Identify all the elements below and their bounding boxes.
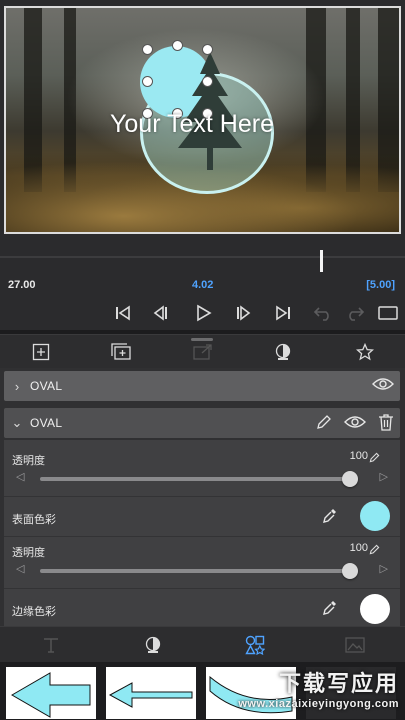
visibility-eye-icon[interactable]	[372, 376, 394, 397]
text-tool-icon[interactable]	[38, 633, 64, 657]
opacity-slider[interactable]	[40, 569, 356, 573]
export-layer-icon[interactable]	[190, 340, 216, 364]
edit-pencil-icon[interactable]	[369, 542, 380, 560]
redo-icon[interactable]	[342, 300, 368, 326]
chevron-right-icon[interactable]: ›	[4, 379, 30, 394]
mask-icon[interactable]	[270, 340, 296, 364]
opacity-value: 100	[349, 450, 368, 462]
skip-to-start-icon[interactable]	[110, 300, 136, 326]
layer-name: OVAL	[30, 379, 63, 393]
video-canvas[interactable]: Your Text Here	[4, 6, 401, 234]
fill-color-swatch[interactable]	[360, 501, 390, 531]
add-layer-icon[interactable]	[28, 340, 54, 364]
increment-arrow-icon[interactable]: ▷	[380, 470, 388, 483]
arrow-left-line-icon	[108, 682, 193, 708]
opacity-property: 透明度 100 ◁ ▷	[4, 446, 400, 496]
resize-handle[interactable]	[202, 76, 213, 87]
delete-trash-icon[interactable]	[378, 413, 394, 436]
style-icon[interactable]	[140, 633, 166, 657]
stroke-color-swatch[interactable]	[360, 594, 390, 624]
skip-to-end-icon[interactable]	[270, 300, 296, 326]
opacity-slider[interactable]	[40, 477, 356, 481]
time-readout: 27.00 4.02 [5.00]	[0, 272, 405, 296]
bottom-tab-bar	[0, 626, 405, 662]
resize-handle[interactable]	[172, 40, 183, 51]
transport-controls	[0, 296, 405, 330]
resize-handle[interactable]	[142, 44, 153, 55]
end-time[interactable]: [5.00]	[366, 279, 395, 291]
stroke-color-label: 边缘色彩	[12, 606, 56, 618]
shape-thumbnail[interactable]	[4, 665, 98, 720]
stroke-color-property: 边缘色彩	[4, 589, 400, 626]
timeline-track[interactable]	[0, 256, 405, 258]
aspect-ratio-icon[interactable]	[375, 300, 401, 326]
edit-pencil-icon[interactable]	[316, 414, 332, 435]
edit-pencil-icon[interactable]	[369, 450, 380, 468]
step-forward-icon[interactable]	[230, 300, 256, 326]
shapes-icon[interactable]	[242, 633, 268, 657]
favorite-star-icon[interactable]	[352, 340, 378, 364]
layer-panel: › OVAL ⌄ OVAL 透明度 100 ◁ ▷ 表面色彩 透明度 100 ◁…	[0, 368, 405, 626]
layer-name: OVAL	[30, 416, 63, 430]
visibility-eye-icon[interactable]	[344, 414, 366, 435]
watermark-text: 下载写应用	[278, 671, 399, 696]
watermark: 下载写应用 www.xiazaixieyingyong.com	[238, 666, 399, 710]
start-time: 27.00	[8, 279, 36, 291]
preview-area: Your Text Here	[0, 0, 405, 242]
stroke-opacity-property: 透明度 100 ◁ ▷	[4, 538, 400, 588]
arrow-left-filled-icon	[11, 672, 91, 718]
shape-thumbnail[interactable]	[104, 665, 198, 720]
play-icon[interactable]	[190, 300, 216, 326]
increment-arrow-icon[interactable]: ▷	[380, 562, 388, 575]
undo-icon[interactable]	[310, 300, 336, 326]
image-icon[interactable]	[342, 633, 368, 657]
watermark-url: www.xiazaixieyingyong.com	[238, 698, 399, 710]
chevron-down-icon[interactable]: ⌄	[4, 415, 30, 431]
opacity-label: 透明度	[12, 547, 45, 559]
timeline[interactable]	[0, 242, 405, 276]
overlay-text[interactable]: Your Text Here	[6, 110, 399, 139]
divider	[4, 536, 400, 537]
resize-handle[interactable]	[142, 76, 153, 87]
opacity-slider-knob[interactable]	[342, 563, 358, 579]
current-time: 4.02	[192, 279, 214, 291]
eyedropper-icon[interactable]	[322, 599, 338, 622]
opacity-label: 透明度	[12, 455, 45, 467]
opacity-value: 100	[349, 542, 368, 554]
decrement-arrow-icon[interactable]: ◁	[16, 470, 24, 483]
fill-color-label: 表面色彩	[12, 514, 56, 526]
layer-toolbar	[0, 334, 405, 368]
eyedropper-icon[interactable]	[322, 507, 338, 530]
layer-properties: 透明度 100 ◁ ▷ 表面色彩 透明度 100 ◁ ▷ 边缘色彩	[4, 440, 400, 626]
resize-handle[interactable]	[202, 44, 213, 55]
duplicate-layer-icon[interactable]	[108, 340, 134, 364]
layer-row-selected[interactable]: ⌄ OVAL	[4, 408, 400, 438]
fill-color-property: 表面色彩	[4, 497, 400, 535]
step-back-icon[interactable]	[148, 300, 174, 326]
opacity-slider-knob[interactable]	[342, 471, 358, 487]
layer-row[interactable]: › OVAL	[4, 371, 400, 401]
decrement-arrow-icon[interactable]: ◁	[16, 562, 24, 575]
